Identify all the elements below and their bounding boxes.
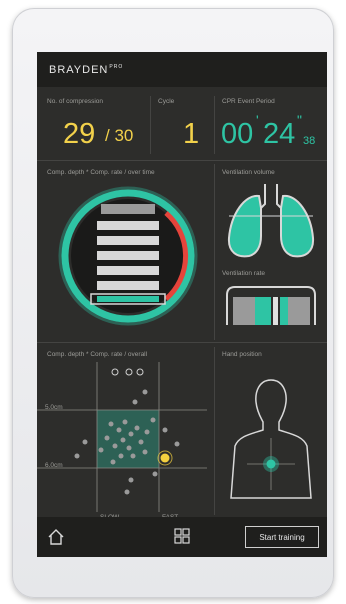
scatter-point <box>138 439 144 445</box>
cpr-period-label: CPR Event Period <box>222 98 275 105</box>
compressions-value: 29 <box>63 118 96 150</box>
gauge-bar <box>97 236 159 245</box>
hand-position-figure <box>230 379 312 499</box>
lungs-icon <box>227 184 315 258</box>
scatter-point <box>150 417 156 423</box>
cycle-label: Cycle <box>158 98 175 105</box>
grid-cell <box>182 528 190 536</box>
scatter-point <box>110 459 116 465</box>
ventilation-rate-label: Ventilation rate <box>222 270 266 277</box>
scatter-point <box>112 443 118 449</box>
cycle-value: 1 <box>183 118 200 150</box>
scatter-point <box>120 437 126 443</box>
brand-name: BRAYDEN <box>49 64 109 76</box>
grid-cell <box>174 536 182 544</box>
ventilation-volume-label: Ventilation volume <box>222 169 275 176</box>
ventilation-rate-meter <box>226 286 316 325</box>
app-screen: BRAYDENPRO No. of compression 29 / 30 Cy… <box>37 52 327 557</box>
gauge-bar <box>97 266 159 275</box>
depth-rate-scatter <box>37 362 207 512</box>
scatter-point <box>118 453 124 459</box>
scatter-point <box>108 421 114 427</box>
scatter-point <box>152 471 158 477</box>
scatter-point <box>124 489 130 495</box>
bottom-bar: Start training <box>37 517 327 557</box>
meter-bar <box>233 297 255 325</box>
compressions-label: No. of compression <box>47 98 103 105</box>
hand-position-label: Hand position <box>222 351 262 358</box>
overflow-marker <box>125 368 133 376</box>
scatter-point <box>116 427 122 433</box>
meter-indicator <box>273 297 278 325</box>
scatter-point <box>128 431 134 437</box>
depth-target-fill <box>97 296 159 302</box>
scatter-point <box>144 429 150 435</box>
grid-icon[interactable] <box>174 528 190 544</box>
left-lung-icon <box>227 194 262 258</box>
section-divider <box>37 342 327 343</box>
compression-gauge <box>58 186 198 326</box>
overflow-marker <box>136 368 144 376</box>
scatter-point <box>142 449 148 455</box>
hand-target <box>266 459 276 469</box>
section-divider <box>37 160 327 161</box>
scatter-point <box>98 447 104 453</box>
depth-label-60: 6.0cm <box>45 462 63 469</box>
grid-cell <box>182 536 190 544</box>
compressions-total: / 30 <box>105 126 134 145</box>
scatter-point <box>126 445 132 451</box>
top-bar: BRAYDENPRO <box>37 52 327 87</box>
scatter-point <box>130 453 136 459</box>
overflow-marker <box>111 368 119 376</box>
gauge-bar <box>101 204 155 214</box>
scatter-point <box>162 427 168 433</box>
depth-label-50: 5.0cm <box>45 404 63 411</box>
scatter-point <box>104 435 110 441</box>
scatter-point <box>132 399 138 405</box>
meter-target <box>255 297 271 325</box>
meter-bar <box>288 297 310 325</box>
panel-divider <box>214 164 215 340</box>
gauge-bar <box>97 251 159 260</box>
scatter-point <box>122 419 128 425</box>
scatter-point <box>74 453 80 459</box>
brand-logo: BRAYDENPRO <box>49 64 123 76</box>
cpr-minutes: 00 <box>221 118 254 150</box>
depth-rate-overall-label: Comp. depth * Comp. rate / overall <box>47 351 148 358</box>
scatter-point <box>142 389 148 395</box>
scatter-point <box>82 439 88 445</box>
gauge-bar <box>97 281 159 290</box>
brand-suffix: PRO <box>109 64 124 71</box>
meter-target <box>280 297 288 325</box>
scatter-point <box>128 477 134 483</box>
cpr-seconds: 24 <box>263 118 296 150</box>
depth-rate-time-label: Comp. depth * Comp. rate / over time <box>47 169 155 176</box>
grid-cell <box>174 528 182 536</box>
scatter-point <box>134 425 140 431</box>
cpr-fraction: 38 <box>303 135 316 147</box>
gauge-bar <box>97 221 159 230</box>
minute-mark: ' <box>256 112 259 128</box>
metric-divider <box>214 96 215 154</box>
home-icon-shape <box>48 529 64 545</box>
panel-divider <box>214 347 215 515</box>
metric-divider <box>150 96 151 154</box>
current-point <box>160 453 170 463</box>
second-mark: " <box>297 112 302 128</box>
home-icon[interactable] <box>47 528 65 546</box>
scatter-point <box>174 441 180 447</box>
start-training-button[interactable]: Start training <box>245 526 319 548</box>
right-lung-icon <box>280 194 315 258</box>
